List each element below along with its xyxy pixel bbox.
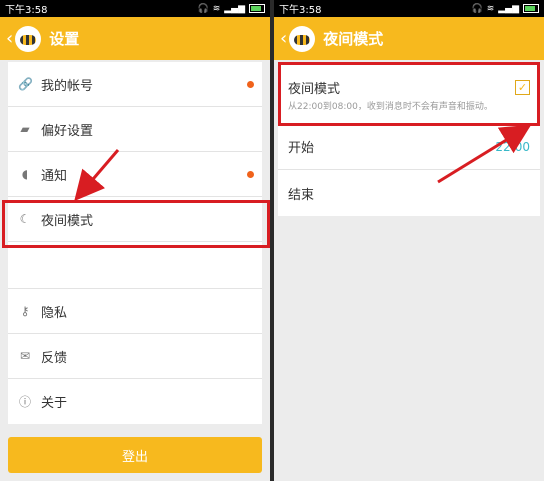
signal-icon: ▂▄▆: [224, 3, 245, 14]
page-title: 夜间模式: [323, 30, 384, 48]
headphone-icon: 🎧: [197, 3, 209, 14]
wifi-icon: ≋: [486, 3, 495, 14]
status-bar: 下午3:58 🎧 ≋ ▂▄▆: [274, 0, 544, 17]
back-icon[interactable]: ‹: [0, 17, 15, 60]
bell-icon: ◖: [21, 167, 29, 181]
status-icons: 🎧 ≋ ▂▄▆: [471, 4, 539, 14]
mail-icon: ✉: [19, 349, 31, 363]
info-icon: ⓘ: [18, 395, 31, 409]
settings-item-about[interactable]: ⓘ 关于: [8, 379, 262, 424]
settings-item-preferences[interactable]: ▰ 偏好设置: [8, 107, 262, 152]
status-icons: 🎧 ≋ ▂▄▆: [197, 4, 265, 14]
key-icon: ⚷: [20, 304, 30, 318]
settings-item-label: 反馈: [41, 350, 68, 366]
status-time: 下午3:58: [5, 5, 48, 16]
headphone-icon: 🎧: [471, 3, 483, 14]
app-bar: ‹ 夜间模式: [274, 17, 544, 60]
wifi-icon: ≋: [212, 3, 221, 14]
settings-item-notifications[interactable]: ◖ 通知: [8, 152, 262, 197]
settings-item-label: 隐私: [41, 305, 68, 321]
bee-logo-icon: [15, 25, 42, 52]
status-bar: 下午3:58 🎧 ≋ ▂▄▆: [0, 0, 270, 17]
signal-icon: ▂▄▆: [498, 3, 519, 14]
settings-screen: 下午3:58 🎧 ≋ ▂▄▆ ‹ 设置 🔗 我的帐号 ▰ 偏好设置 ◖ 通知 ☾: [0, 0, 270, 481]
battery-icon: [523, 4, 539, 13]
settings-item-label: 偏好设置: [41, 123, 94, 139]
settings-item-label: 我的帐号: [41, 78, 94, 94]
status-time: 下午3:58: [279, 5, 322, 16]
back-icon[interactable]: ‹: [274, 17, 289, 60]
settings-item-account[interactable]: 🔗 我的帐号: [8, 62, 262, 107]
bee-logo-icon: [289, 25, 316, 52]
night-mode-screen: 下午3:58 🎧 ≋ ▂▄▆ ‹ 夜间模式 夜间模式 从22:00到08:00，…: [274, 0, 544, 481]
settings-item-label: 通知: [41, 168, 68, 184]
end-time-label: 结束: [288, 187, 315, 203]
battery-icon: [249, 4, 265, 13]
night-mode-highlight-box: [2, 200, 270, 248]
settings-item-feedback[interactable]: ✉ 反馈: [8, 334, 262, 379]
settings-item-label: 关于: [41, 396, 68, 411]
logout-button[interactable]: 登出: [8, 437, 262, 473]
notification-dot: [247, 80, 254, 88]
end-time-row[interactable]: 结束: [278, 170, 540, 216]
settings-item-blank[interactable]: [8, 242, 262, 289]
night-mode-toggle-highlight-box: [278, 62, 540, 126]
start-time-value: 22:00: [495, 139, 530, 154]
preferences-icon: ▰: [20, 122, 30, 136]
page-title: 设置: [49, 30, 80, 48]
settings-item-privacy[interactable]: ⚷ 隐私: [8, 289, 262, 334]
notification-dot: [247, 170, 254, 178]
app-bar: ‹ 设置: [0, 17, 270, 60]
start-time-row[interactable]: 开始 22:00: [278, 124, 540, 170]
link-icon: 🔗: [18, 77, 33, 91]
start-time-label: 开始: [288, 141, 315, 156]
